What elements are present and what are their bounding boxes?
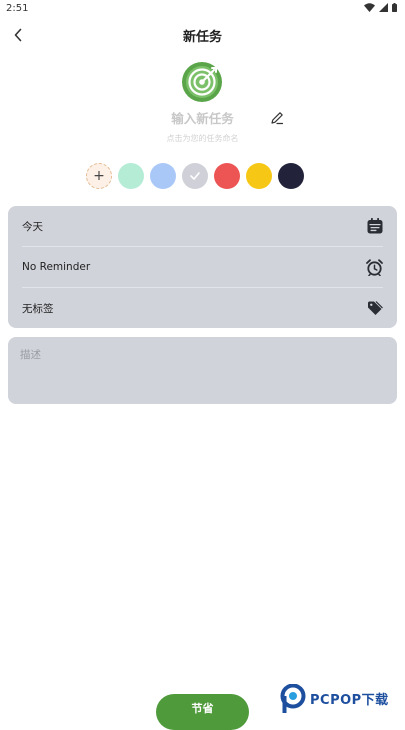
watermark: PCPOP下载 xyxy=(280,684,402,718)
status-bar: 2:51 xyxy=(0,0,405,18)
edit-name-button[interactable] xyxy=(270,110,286,126)
description-box xyxy=(8,337,397,404)
color-swatch[interactable] xyxy=(278,163,304,189)
pencil-icon xyxy=(271,112,284,125)
pcpop-logo-icon xyxy=(280,684,306,713)
tag-row[interactable]: 无标签 xyxy=(22,288,383,328)
date-row[interactable]: 今天 xyxy=(22,206,383,246)
description-input[interactable] xyxy=(20,347,385,395)
wifi-icon xyxy=(364,3,375,12)
color-picker: + xyxy=(86,163,304,189)
date-label: 今天 xyxy=(22,220,43,233)
signal-icon xyxy=(379,3,388,12)
reminder-row[interactable]: No Reminder xyxy=(22,247,383,287)
page-title: 新任务 xyxy=(182,30,222,45)
target-icon xyxy=(182,62,222,102)
tag-icon xyxy=(368,301,383,315)
watermark-text: PCPOP下载 xyxy=(310,693,389,708)
color-swatch[interactable] xyxy=(246,163,272,189)
save-button[interactable]: 节省 xyxy=(156,694,249,730)
tag-label: 无标签 xyxy=(22,302,54,315)
color-swatches xyxy=(118,163,304,189)
add-color-button[interactable]: + xyxy=(86,163,112,189)
task-icon-picker[interactable] xyxy=(181,61,223,103)
status-icons xyxy=(364,3,397,12)
calendar-icon xyxy=(367,218,383,234)
reminder-label: No Reminder xyxy=(22,261,91,273)
task-name-hint: 点击为您的任务命名 xyxy=(166,134,239,143)
color-swatch[interactable] xyxy=(150,163,176,189)
check-icon xyxy=(190,172,200,180)
task-name-input[interactable] xyxy=(140,108,265,128)
header: 新任务 xyxy=(0,22,405,48)
task-details-card: 今天 No Reminder 无标签 xyxy=(8,206,397,328)
color-swatch[interactable] xyxy=(118,163,144,189)
battery-icon xyxy=(392,3,397,12)
status-time: 2:51 xyxy=(6,3,29,14)
task-name-row xyxy=(0,108,405,128)
plus-icon: + xyxy=(93,168,105,184)
color-swatch[interactable] xyxy=(182,163,208,189)
alarm-clock-icon xyxy=(366,258,383,276)
color-swatch[interactable] xyxy=(214,163,240,189)
